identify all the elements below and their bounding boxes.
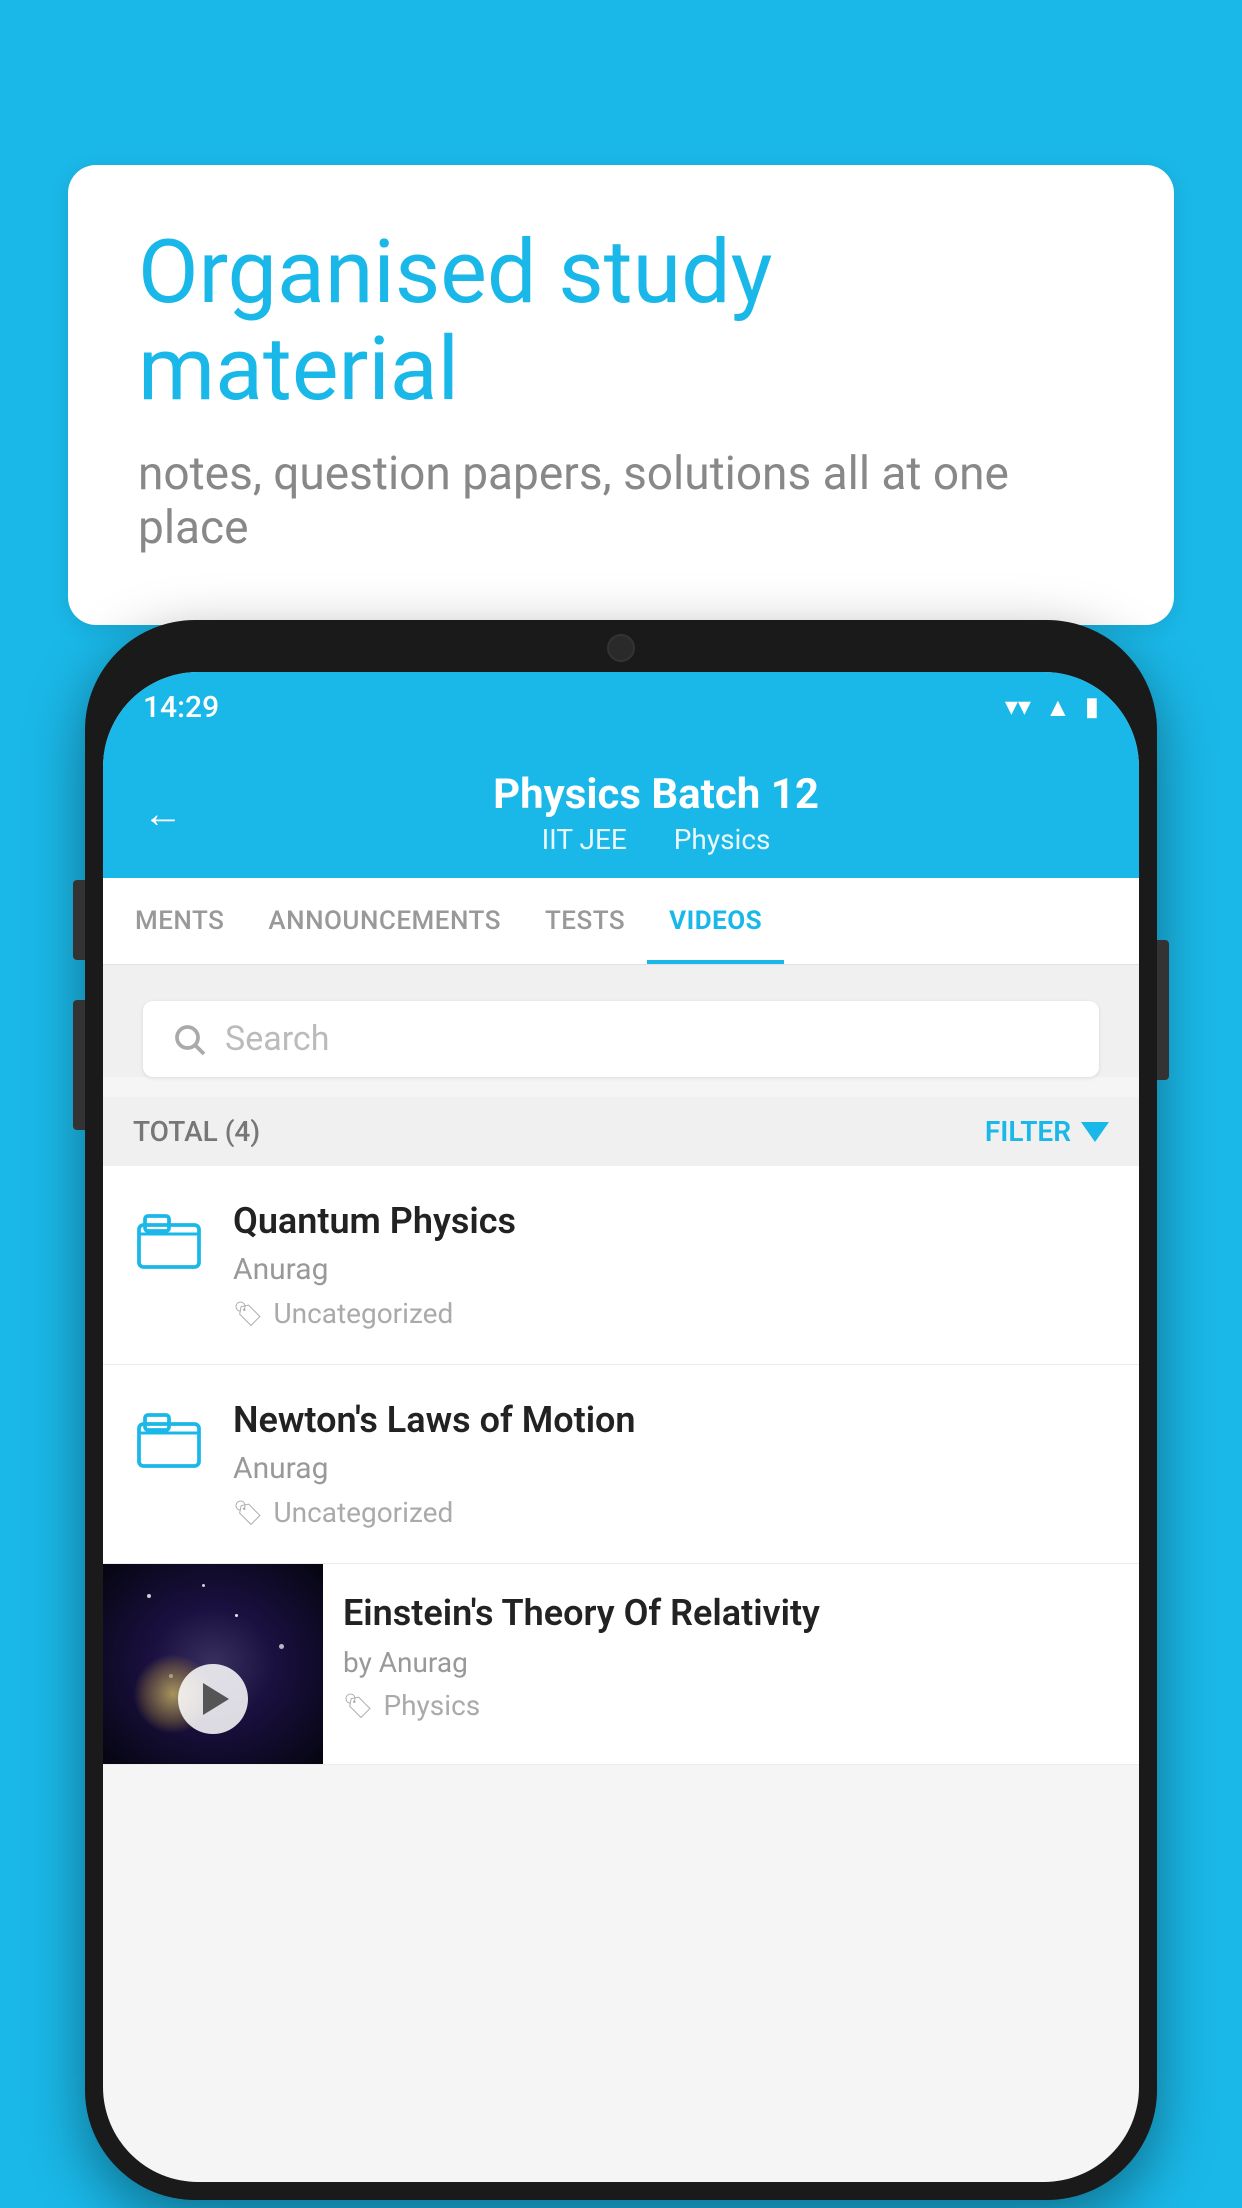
video-title-1: Quantum Physics [233,1200,1109,1242]
filter-bar: TOTAL (4) FILTER [103,1097,1139,1166]
filter-button[interactable]: FILTER [985,1115,1109,1148]
battery-icon: ▮ [1085,692,1099,722]
app-header: ← Physics Batch 12 IIT JEE Physics [103,742,1139,878]
video-item-2[interactable]: Newton's Laws of Motion Anurag 🏷 Uncateg… [103,1365,1139,1564]
tag-text-2: Uncategorized [273,1496,453,1529]
bubble-subtitle: notes, question papers, solutions all at… [138,447,1104,555]
total-count: TOTAL (4) [133,1115,260,1148]
folder-icon-2 [133,1403,205,1479]
header-subtitle: IIT JEE Physics [213,823,1099,856]
tag-icon-3: 🏷 [343,1692,373,1720]
video-title-2: Newton's Laws of Motion [233,1399,1109,1441]
video-list: Quantum Physics Anurag 🏷 Uncategorized [103,1166,1139,1765]
phone-button-right [1157,940,1169,1080]
phone-frame: 14:29 ▾▾ ▲ ▮ ← Physics Batch 12 IIT JEE … [85,620,1157,2200]
video-author-1: Anurag [233,1252,1109,1287]
status-icons: ▾▾ ▲ ▮ [1005,692,1099,723]
wifi-icon: ▾▾ [1005,692,1031,722]
tab-videos[interactable]: VIDEOS [647,878,784,964]
video-info-1: Quantum Physics Anurag 🏷 Uncategorized [233,1200,1109,1330]
search-bar[interactable]: Search [143,1001,1099,1077]
header-text: Physics Batch 12 IIT JEE Physics [213,770,1099,856]
search-icon [171,1021,207,1057]
tabs-bar: MENTS ANNOUNCEMENTS TESTS VIDEOS [103,878,1139,965]
play-button-3[interactable] [178,1664,248,1734]
phone-notch [511,620,731,672]
video-author-2: Anurag [233,1451,1109,1486]
video-author-3: by Anurag [343,1646,1119,1679]
video-info-2: Newton's Laws of Motion Anurag 🏷 Uncateg… [233,1399,1109,1529]
header-subtitle-part1: IIT JEE [542,823,627,856]
status-time: 14:29 [143,690,219,725]
video-info-3: Einstein's Theory Of Relativity by Anura… [323,1564,1139,1742]
header-title: Physics Batch 12 [213,770,1099,819]
video-thumbnail-3 [103,1564,323,1764]
tag-icon-1: 🏷 [233,1300,263,1328]
signal-icon: ▲ [1045,692,1071,723]
tag-text-3: Physics [383,1689,480,1722]
video-tag-1: 🏷 Uncategorized [233,1297,1109,1330]
tab-tests[interactable]: TESTS [523,878,647,964]
tag-icon-2: 🏷 [233,1499,263,1527]
bubble-title: Organised study material [138,225,1104,419]
search-input[interactable]: Search [225,1019,329,1059]
video-tag-2: 🏷 Uncategorized [233,1496,1109,1529]
phone-button-left [73,880,85,960]
tab-ments[interactable]: MENTS [113,878,246,964]
video-item-1[interactable]: Quantum Physics Anurag 🏷 Uncategorized [103,1166,1139,1365]
video-item-3[interactable]: Einstein's Theory Of Relativity by Anura… [103,1564,1139,1765]
tab-announcements[interactable]: ANNOUNCEMENTS [246,878,523,964]
tag-text-1: Uncategorized [273,1297,453,1330]
back-button[interactable]: ← [143,790,183,837]
video-title-3: Einstein's Theory Of Relativity [343,1592,1119,1634]
filter-funnel-icon [1081,1122,1109,1142]
video-tag-3: 🏷 Physics [343,1689,1119,1722]
filter-label: FILTER [985,1115,1071,1148]
phone-button-left2 [73,1000,85,1130]
phone-camera [607,634,635,662]
header-subtitle-part2: Physics [674,823,771,856]
folder-icon-1 [133,1204,205,1280]
speech-bubble: Organised study material notes, question… [68,165,1174,625]
phone-screen: 14:29 ▾▾ ▲ ▮ ← Physics Batch 12 IIT JEE … [103,672,1139,2182]
status-bar: 14:29 ▾▾ ▲ ▮ [103,672,1139,742]
